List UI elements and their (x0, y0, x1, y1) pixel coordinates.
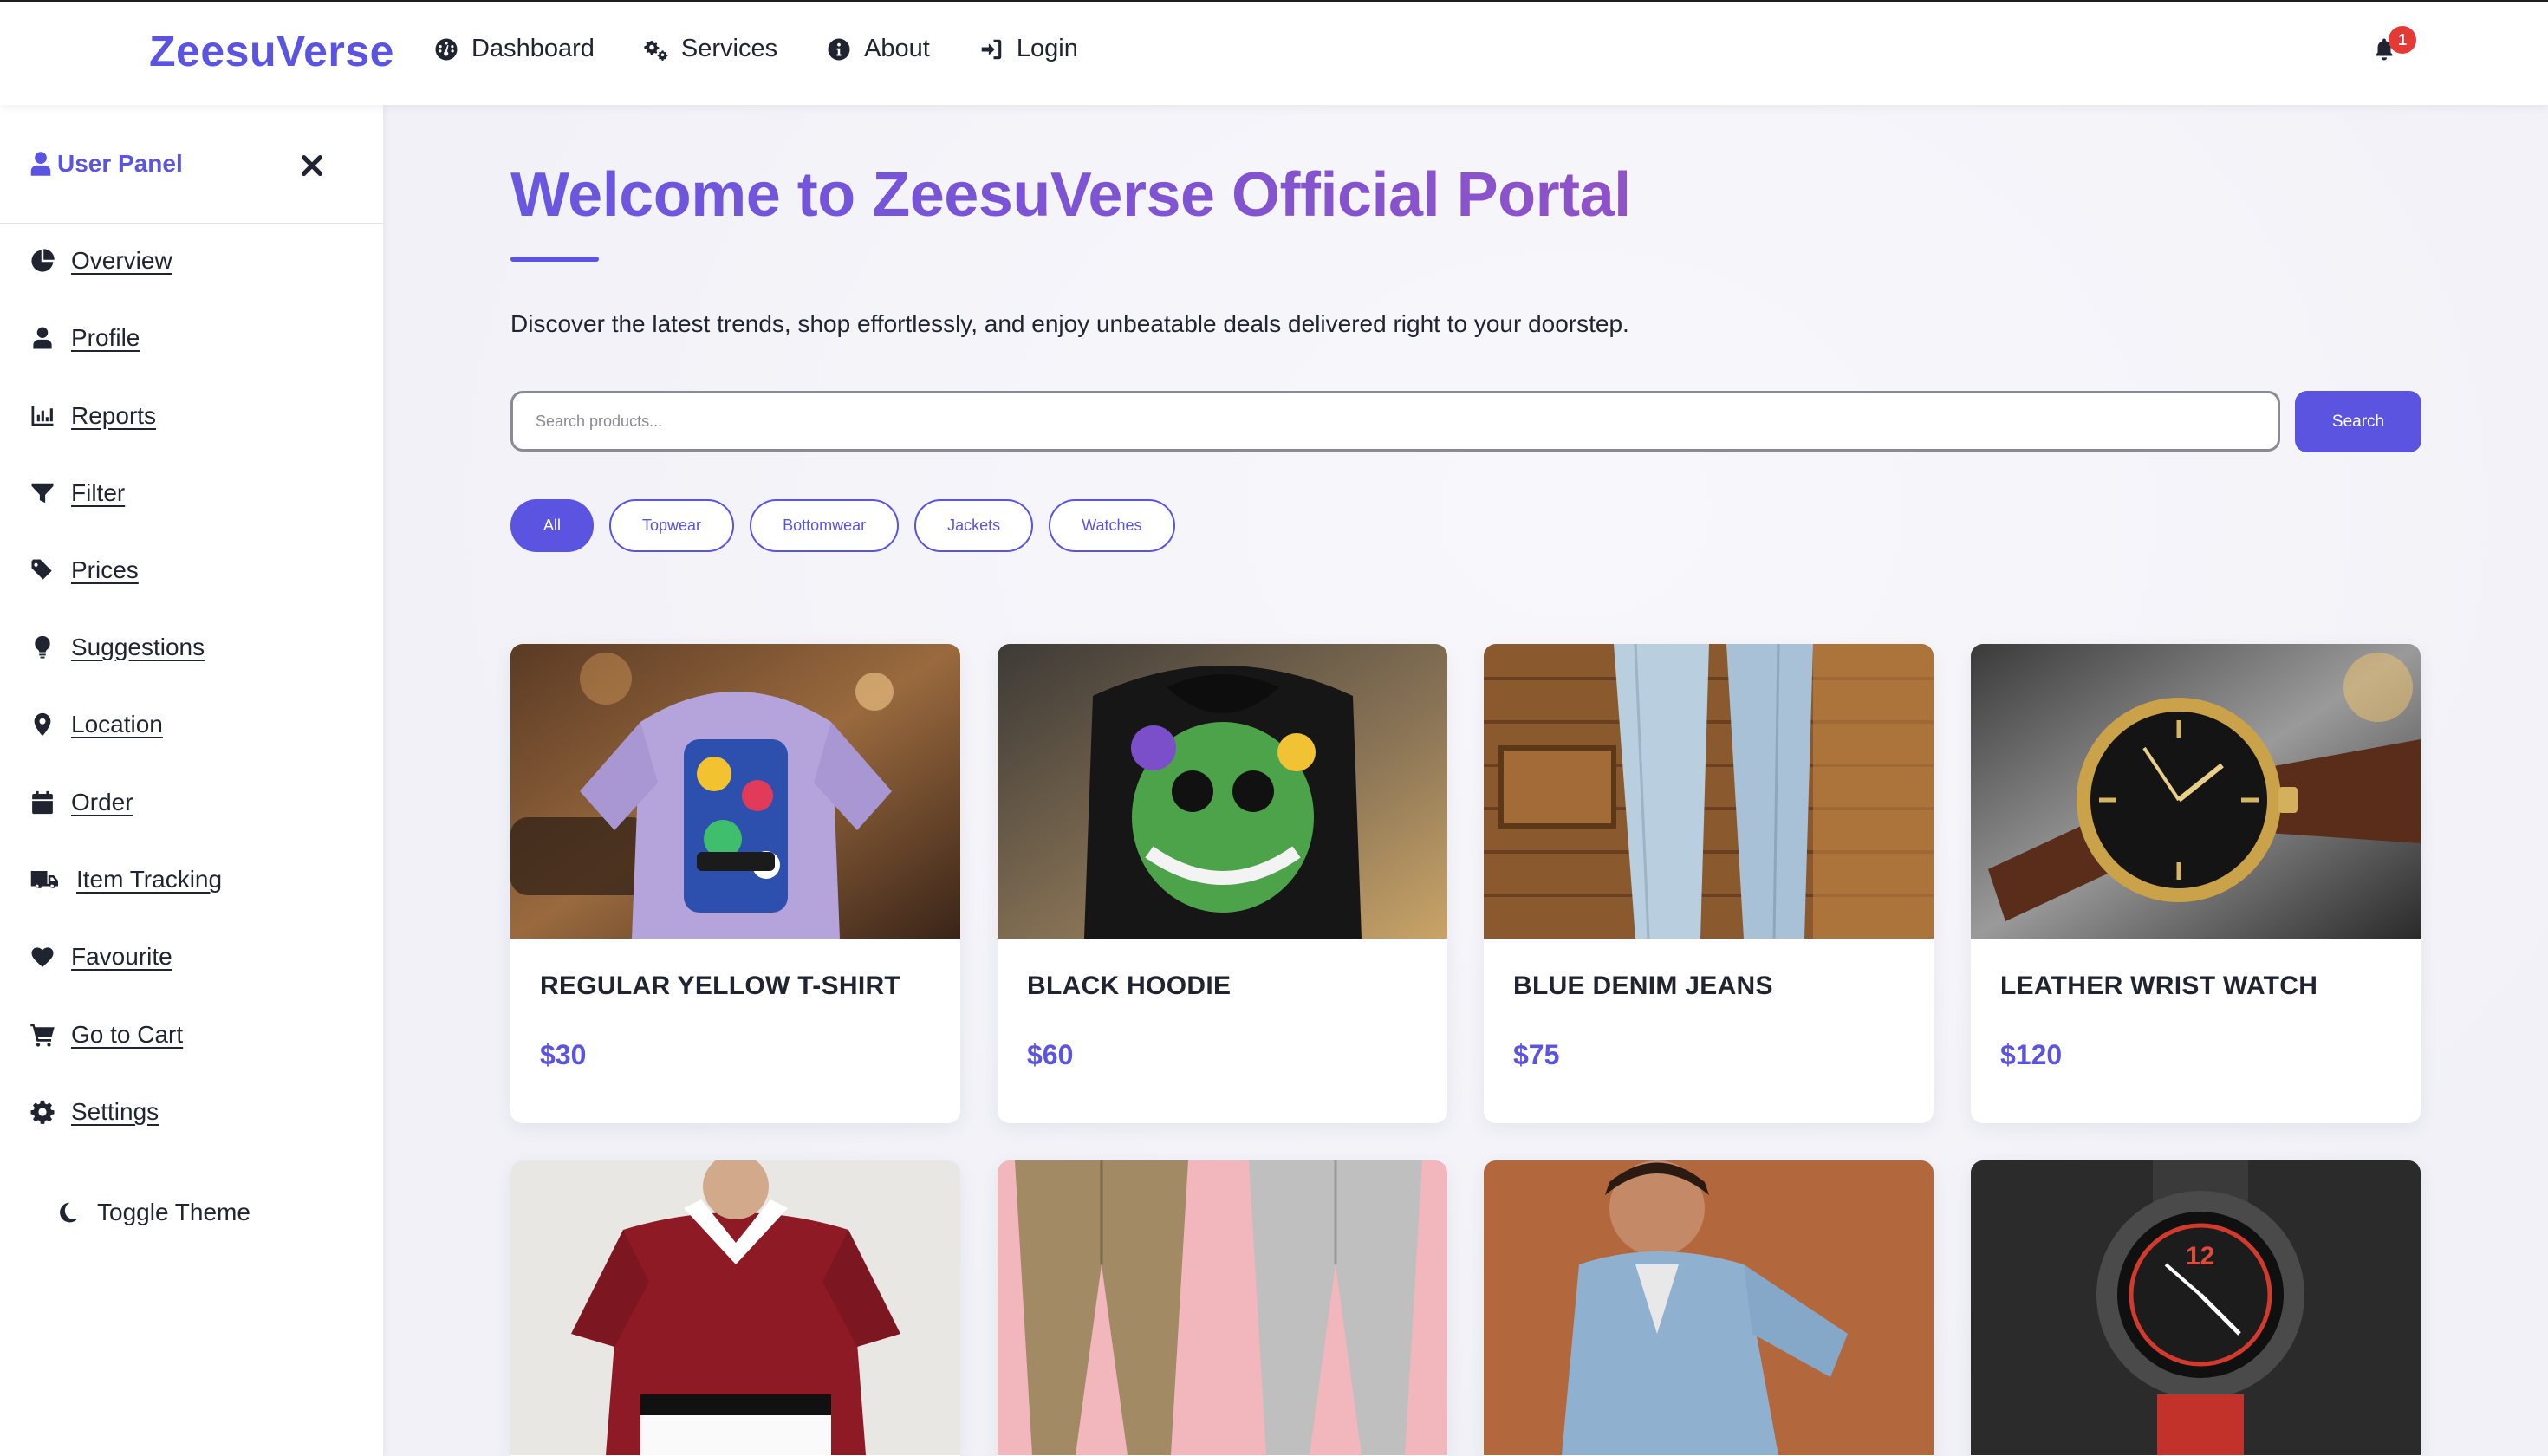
sidebar-item-label: Profile (71, 324, 140, 351)
product-card[interactable] (510, 1160, 960, 1456)
lightbulb-icon (29, 634, 55, 660)
filter-chip-topwear[interactable]: Topwear (609, 499, 735, 552)
filter-chip-bottomwear[interactable]: Bottomwear (750, 499, 900, 552)
product-price: $30 (540, 1039, 587, 1070)
nav-link-label: Dashboard (471, 35, 595, 62)
sidebar-item-label: Settings (71, 1098, 159, 1125)
nav-link-label: Services (680, 35, 778, 62)
product-card[interactable] (1484, 1160, 1934, 1456)
truck-icon (29, 867, 61, 893)
nav-link-label: Login (1016, 35, 1078, 62)
user-icon (30, 152, 51, 176)
user-panel-sidebar: User Panel Overview Profile Reports Filt… (0, 105, 383, 1456)
sidebar-item-label: Favourite (71, 943, 172, 970)
sidebar-item-order[interactable]: Order (29, 789, 133, 816)
nav-link-about[interactable]: About (826, 35, 930, 63)
sidebar-item-go-to-cart[interactable]: Go to Cart (29, 1021, 183, 1049)
product-card[interactable] (998, 1160, 1447, 1456)
svg-text:12: 12 (2186, 1242, 2214, 1271)
sidebar-item-location[interactable]: Location (29, 711, 163, 738)
product-price: $120 (2000, 1039, 2063, 1070)
category-filters: All Topwear Bottomwear Jackets Watches (510, 499, 1191, 552)
sidebar-item-label: Item Tracking (76, 866, 223, 893)
sign-in-icon (981, 39, 1002, 59)
product-price: $75 (1513, 1039, 1560, 1070)
product-price: $60 (1027, 1039, 1074, 1070)
sidebar-item-suggestions[interactable]: Suggestions (29, 634, 205, 661)
product-card[interactable]: LEATHER WRIST WATCH $120 (1971, 644, 2421, 1123)
filter-icon (29, 480, 55, 506)
moon-icon (60, 1202, 78, 1223)
search-input[interactable] (510, 391, 2280, 452)
product-card[interactable]: REGULAR YELLOW T-SHIRT $30 (510, 644, 960, 1123)
product-name: BLUE DENIM JEANS (1513, 972, 1773, 1000)
nav-link-label: About (864, 35, 930, 62)
info-circle-icon (828, 38, 850, 60)
cogs-icon (644, 40, 668, 61)
gear-icon (29, 1099, 55, 1125)
filter-chip-jackets[interactable]: Jackets (914, 499, 1034, 552)
sidebar-item-overview[interactable]: Overview (29, 247, 172, 275)
page-title: Welcome to ZeesuVerse Official Portal (510, 160, 1631, 230)
product-image (1484, 1160, 1934, 1455)
sidebar-item-label: Location (71, 711, 163, 738)
bar-chart-icon (29, 403, 55, 429)
sidebar-item-label: Filter (71, 479, 126, 506)
brand-logo[interactable]: ZeesuVerse (149, 26, 394, 76)
product-card[interactable]: BLUE DENIM JEANS $75 (1484, 644, 1934, 1123)
sidebar-item-filter[interactable]: Filter (29, 479, 125, 507)
calendar-icon (29, 790, 55, 816)
sidebar-item-label: Go to Cart (71, 1021, 184, 1048)
product-image (510, 644, 960, 939)
search-button[interactable]: Search (2295, 391, 2421, 452)
sidebar-item-label: Prices (71, 556, 139, 583)
heart-icon (29, 944, 55, 970)
product-image: 12 (1971, 1160, 2421, 1455)
product-card[interactable]: 12 (1971, 1160, 2421, 1456)
sidebar-item-favourite[interactable]: Favourite (29, 943, 172, 971)
product-card[interactable]: BLACK HOODIE $60 (998, 644, 1447, 1123)
notification-badge: 1 (2389, 26, 2416, 54)
tags-icon (29, 557, 55, 583)
chart-pie-icon (29, 248, 55, 274)
sidebar-close-button[interactable] (300, 153, 324, 178)
product-name: LEATHER WRIST WATCH (2000, 972, 2318, 1000)
toggle-theme-button[interactable]: Toggle Theme (57, 1199, 250, 1226)
title-underline (510, 257, 599, 262)
filter-chip-all[interactable]: All (510, 499, 595, 552)
nav-link-services[interactable]: Services (643, 35, 777, 63)
product-image (998, 644, 1447, 939)
dashboard-gauge-icon (435, 38, 458, 60)
product-name: BLACK HOODIE (1027, 972, 1232, 1000)
sidebar-item-label: Reports (71, 402, 157, 429)
sidebar-item-settings[interactable]: Settings (29, 1098, 159, 1126)
product-image (510, 1160, 960, 1455)
sidebar-item-label: Overview (71, 247, 172, 274)
page-subtitle: Discover the latest trends, shop effortl… (510, 310, 1629, 337)
product-image (1484, 644, 1934, 939)
sidebar-item-label: Suggestions (71, 634, 205, 660)
sidebar-item-label: Order (71, 789, 133, 816)
nav-link-dashboard[interactable]: Dashboard (433, 35, 595, 63)
sidebar-item-prices[interactable]: Prices (29, 556, 139, 584)
sidebar-title-label: User Panel (57, 150, 183, 177)
sidebar-header: User Panel (0, 105, 383, 224)
top-navbar: ZeesuVerse Dashboard Services About Logi… (0, 0, 2548, 105)
nav-link-login[interactable]: Login (978, 35, 1078, 63)
product-image (998, 1160, 1447, 1455)
map-marker-icon (29, 712, 55, 738)
product-image (1971, 644, 2421, 939)
nav-links: Dashboard Services About Login (433, 35, 1127, 63)
sidebar-item-item-tracking[interactable]: Item Tracking (29, 866, 222, 894)
sidebar-item-reports[interactable]: Reports (29, 402, 156, 430)
user-icon (29, 325, 55, 351)
close-icon (302, 155, 322, 176)
product-name: REGULAR YELLOW T-SHIRT (540, 972, 901, 1000)
filter-chip-watches[interactable]: Watches (1049, 499, 1175, 552)
sidebar-title: User Panel (29, 150, 183, 178)
sidebar-item-profile[interactable]: Profile (29, 324, 140, 352)
shopping-cart-icon (29, 1022, 55, 1048)
toggle-theme-label: Toggle Theme (97, 1199, 250, 1225)
